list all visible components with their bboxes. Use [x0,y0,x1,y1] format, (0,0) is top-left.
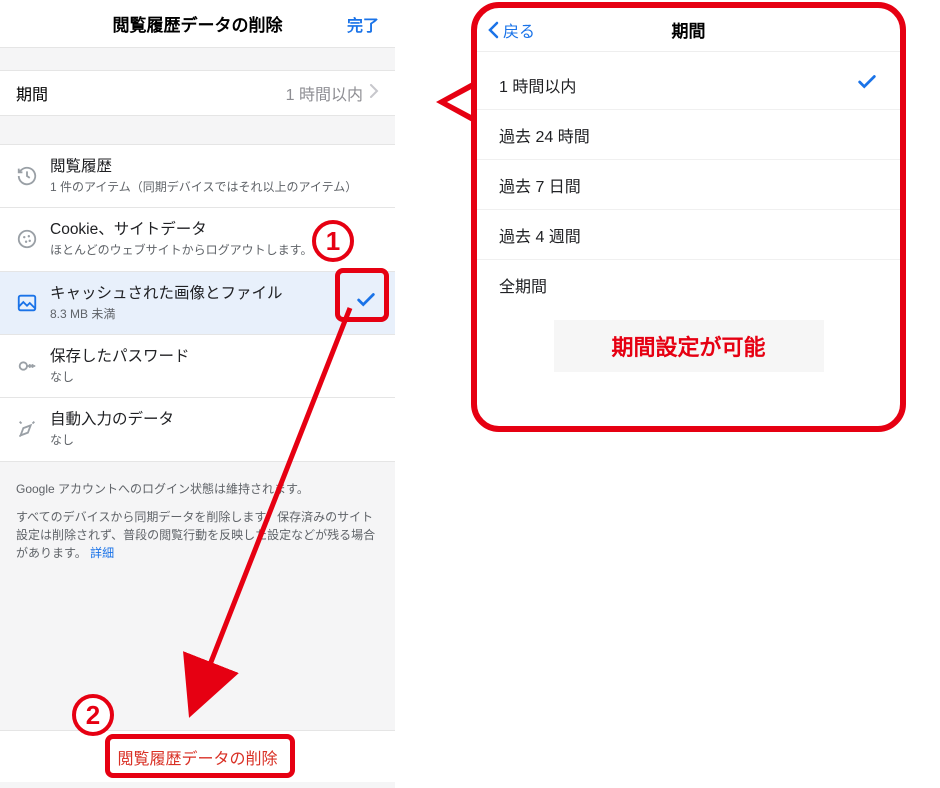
row-subtitle: なし [50,432,379,448]
period-option[interactable]: 過去 24 時間 [477,110,900,160]
period-option[interactable]: 過去 4 週間 [477,210,900,260]
annotation-box-cache-check [335,268,389,322]
row-subtitle: 8.3 MB 未満 [50,306,353,322]
period-option[interactable]: 過去 7 日間 [477,160,900,210]
footer-text-1: Google アカウントへのログイン状態は維持されます。 [0,462,395,508]
check-icon [856,71,878,98]
footer-text-2: すべてのデバイスから同期データを削除します。保存済みのサイト設定は削除されず、普… [0,508,395,572]
period-option[interactable]: 1 時間以内 [477,60,900,110]
row-history[interactable]: 閲覧履歴 1 件のアイテム（同期デバイスではそれ以上のアイテム） [0,145,395,208]
row-subtitle: 1 件のアイテム（同期デバイスではそれ以上のアイテム） [50,179,379,195]
page-title: 閲覧履歴データの削除 [113,11,283,36]
chevron-right-icon [369,84,379,103]
row-title: 自動入力のデータ [50,410,379,430]
callout-title: 期間 [672,17,706,42]
row-autofill[interactable]: 自動入力のデータ なし [0,398,395,461]
autofill-icon [12,418,42,440]
cookie-icon [12,228,42,250]
chevron-left-icon [487,21,501,39]
period-label: 期間 [16,81,48,105]
header: 閲覧履歴データの削除 完了 [0,0,395,48]
row-title: 閲覧履歴 [50,157,379,177]
back-button[interactable]: 戻る [487,18,535,42]
annotation-circle-1: 1 [312,220,354,262]
period-row[interactable]: 期間 1 時間以内 [0,70,395,116]
row-passwords[interactable]: 保存したパスワード なし [0,335,395,398]
callout-header: 戻る 期間 [477,8,900,52]
row-title: キャッシュされた画像とファイル [50,284,353,304]
key-icon [12,355,42,377]
details-link[interactable]: 詳細 [90,546,114,560]
period-callout: 戻る 期間 1 時間以内 過去 24 時間 過去 7 日間 過去 4 週間 全期… [471,2,906,432]
settings-panel: 閲覧履歴データの削除 完了 期間 1 時間以内 閲覧履歴 1 件のアイテム（同期… [0,0,395,788]
period-option[interactable]: 全期間 [477,260,900,310]
image-icon [12,292,42,314]
history-icon [12,165,42,187]
period-value: 1 時間以内 [286,81,363,105]
row-subtitle: なし [50,369,379,385]
annotation-box-delete [105,734,295,778]
period-options: 1 時間以内 過去 24 時間 過去 7 日間 過去 4 週間 全期間 [477,52,900,310]
done-button[interactable]: 完了 [347,0,379,48]
annotation-circle-2: 2 [72,694,114,736]
callout-note: 期間設定が可能 [554,320,824,372]
row-title: 保存したパスワード [50,347,379,367]
